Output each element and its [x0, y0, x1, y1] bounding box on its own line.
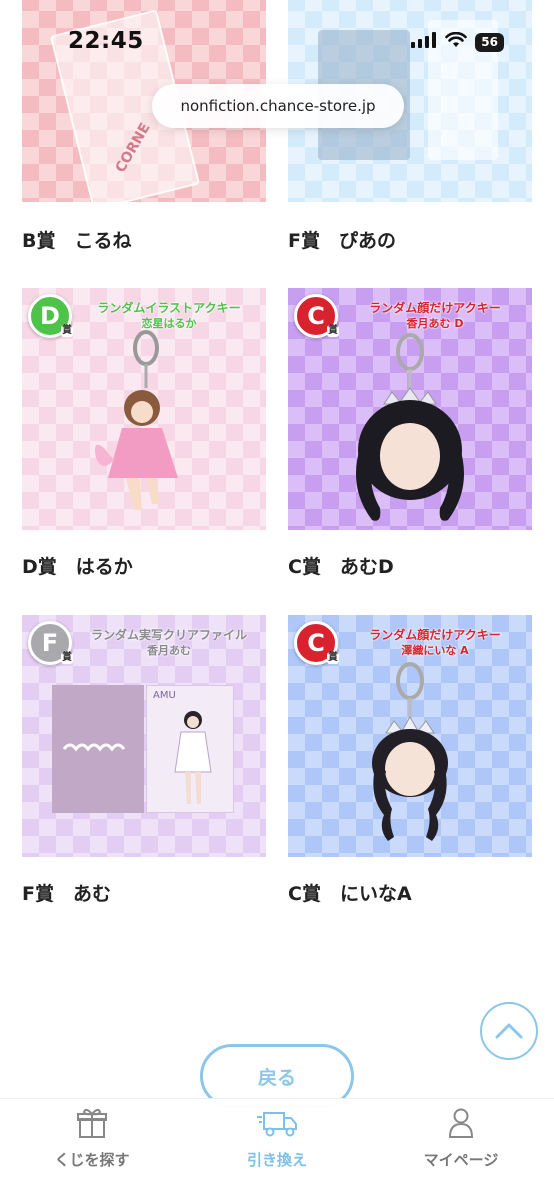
- delivery-truck-icon: [202, 1107, 352, 1141]
- status-icons: 56: [411, 31, 504, 52]
- prize-caption: D賞 はるか: [22, 556, 133, 578]
- chevron-up-icon: [495, 1023, 523, 1039]
- prize-image: D賞 ランダムイラストアクキー 恋星はるか: [22, 288, 266, 530]
- person-icon: [386, 1107, 536, 1141]
- gift-icon: [17, 1107, 167, 1141]
- prize-image: F賞 ランダム実写クリアファイル 香月あむ AMU: [22, 615, 266, 857]
- status-time: 22:45: [68, 28, 144, 54]
- battery-indicator: 56: [475, 32, 504, 52]
- clear-file-right-panel: AMU: [146, 685, 234, 813]
- signal-icon: [411, 32, 437, 52]
- scroll-to-top-button[interactable]: [480, 1002, 538, 1060]
- tab-exchange[interactable]: 引き換え: [202, 1107, 352, 1170]
- prize-caption: C賞 にいなA: [288, 883, 412, 905]
- prize-title: ランダム実写クリアファイル 香月あむ: [78, 627, 260, 659]
- wifi-icon: [445, 31, 468, 52]
- url-bar[interactable]: nonfiction.chance-store.jp: [152, 84, 404, 128]
- prize-member: 香月あむ: [147, 644, 191, 657]
- prize-rank-badge: F賞: [28, 621, 73, 665]
- prize-caption: F賞 あむ: [22, 883, 111, 905]
- clear-file-left-panel: [52, 685, 144, 813]
- tab-label: くじを探す: [54, 1151, 130, 1169]
- keychain-illustration: [372, 662, 448, 841]
- tab-label: 引き換え: [246, 1151, 307, 1169]
- tab-find-lottery[interactable]: くじを探す: [17, 1107, 167, 1170]
- prize-image: C賞 ランダム顔だけアクキー 香月あむ D: [288, 288, 532, 530]
- status-bar: 22:45 56: [0, 0, 554, 90]
- prize-caption: C賞 あむD: [288, 556, 394, 578]
- prize-caption: B賞 こるね: [22, 230, 132, 252]
- tab-my-page[interactable]: マイページ: [386, 1107, 536, 1170]
- member-photo: [174, 711, 212, 804]
- bottom-tab-bar: くじを探す 引き換え マイページ: [0, 1098, 554, 1200]
- prize-caption: F賞 ぴあの: [288, 230, 396, 252]
- brand-logo: [62, 743, 126, 752]
- keychain-illustration: [356, 333, 464, 521]
- tab-label: マイページ: [423, 1151, 499, 1169]
- keychain-illustration: [95, 330, 178, 510]
- prize-image: C賞 ランダム顔だけアクキー 澤織にいな A: [288, 615, 532, 857]
- member-name-text: AMU: [153, 690, 176, 701]
